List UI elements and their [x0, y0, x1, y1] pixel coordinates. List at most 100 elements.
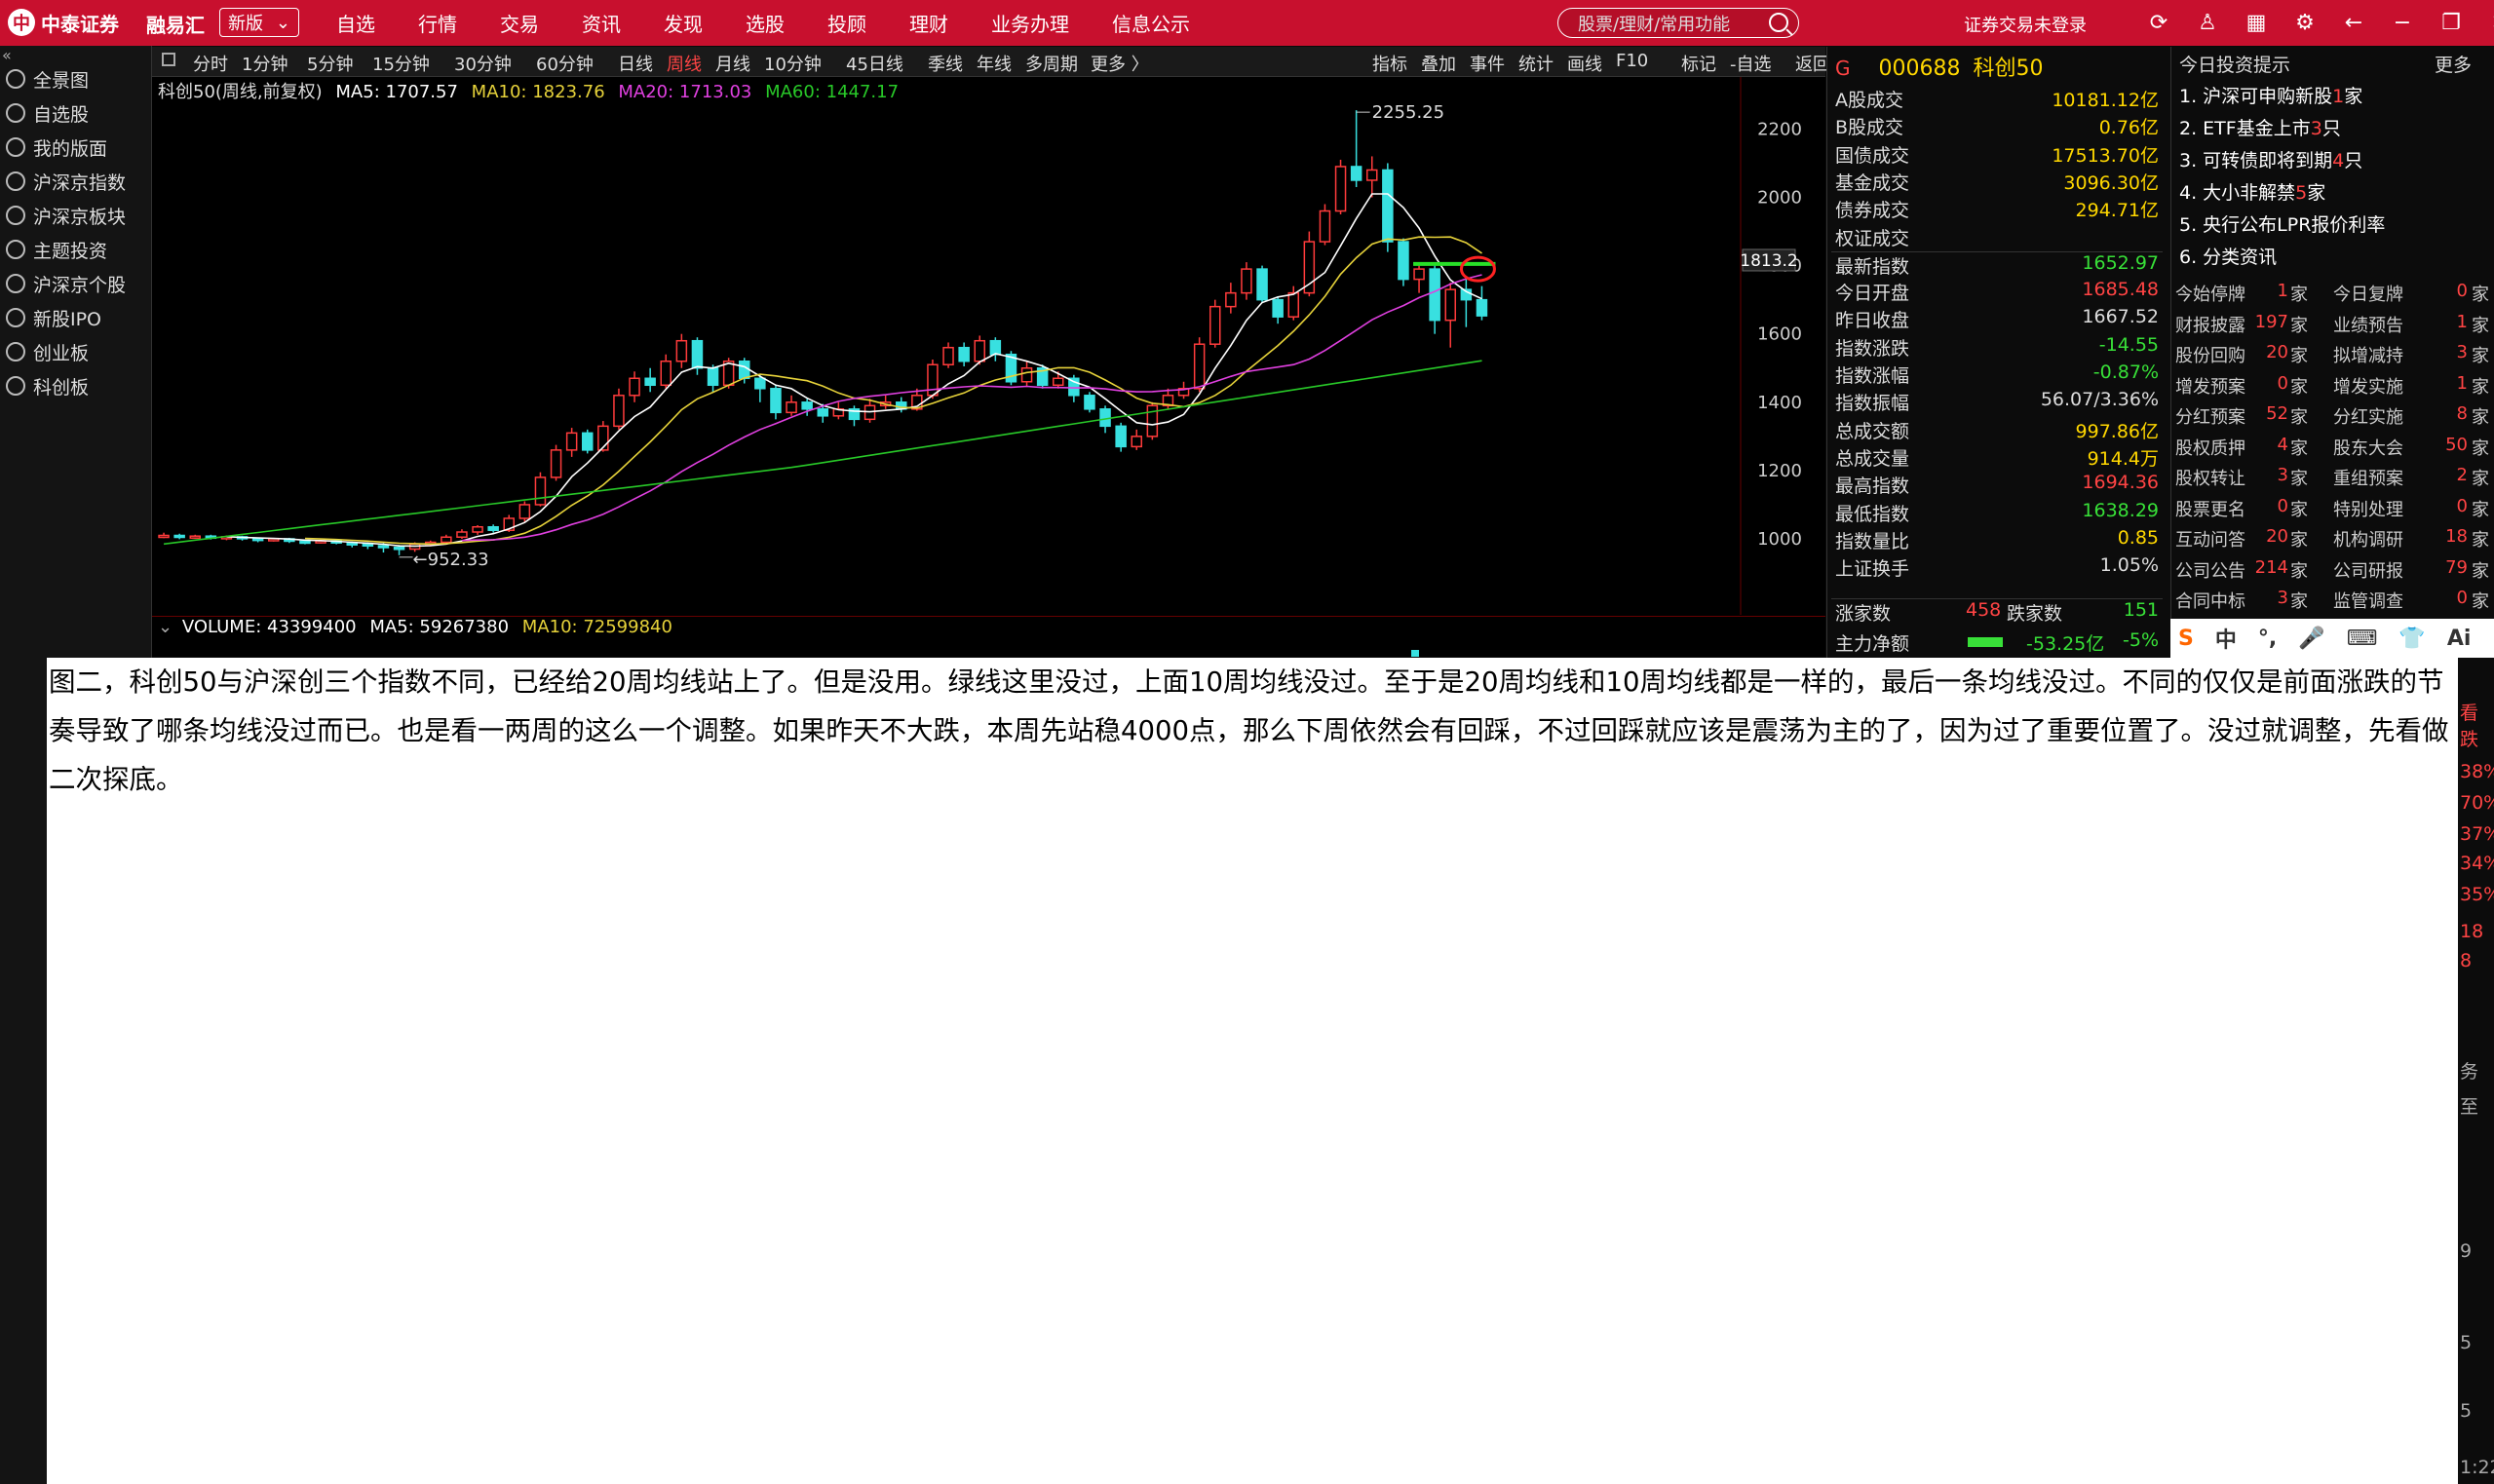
period-tab-3[interactable]: 15分钟 [372, 51, 430, 76]
nav-item-0[interactable]: 自选 [336, 9, 375, 37]
sidebar-item-1[interactable]: 自选股 [0, 94, 151, 133]
sidebar-item-8[interactable]: 创业板 [0, 332, 151, 371]
stat-label[interactable]: 公司公告 [2175, 557, 2245, 583]
chart-tool-0[interactable]: 指标 [1372, 51, 1407, 76]
tip-item-2[interactable]: 3. 可转债即将到期4只 [2179, 146, 2362, 172]
tip-item-0[interactable]: 1. 沪深可申购新股1家 [2179, 82, 2362, 108]
nav-item-8[interactable]: 业务办理 [991, 9, 1069, 37]
stat-label[interactable]: 合同中标 [2175, 588, 2245, 613]
quote-label: 最新指数 [1835, 255, 1910, 278]
ime-button-3[interactable]: 🎤 [2298, 627, 2324, 651]
settings-icon[interactable]: ⚙ [2290, 8, 2320, 37]
back-icon[interactable]: ← [2339, 8, 2368, 37]
period-tab-4[interactable]: 30分钟 [454, 51, 512, 76]
quote-label: 指数涨跌 [1835, 337, 1910, 360]
ime-button-2[interactable]: °, [2258, 627, 2277, 651]
chart-tool-1[interactable]: 叠加 [1421, 51, 1456, 76]
shirt-icon[interactable]: ♙ [2193, 8, 2222, 37]
stat-label[interactable]: 股份回购 [2175, 342, 2245, 367]
nav-item-6[interactable]: 投顾 [827, 9, 866, 37]
period-tab-14[interactable]: 更多 〉 [1091, 51, 1149, 76]
stat-label[interactable]: 重组预案 [2333, 465, 2403, 490]
edge-text: 70% [2460, 792, 2494, 814]
sidebar-item-2[interactable]: 我的版面 [0, 128, 151, 167]
sidebar-item-0[interactable]: 全景图 [0, 59, 151, 98]
chevron-down-icon[interactable]: ⌄ [158, 617, 173, 637]
chart-tool-6[interactable]: 标记 [1681, 51, 1716, 76]
sidebar-item-5[interactable]: 主题投资 [0, 230, 151, 269]
edge-text: 5 [2460, 1400, 2473, 1422]
search-input[interactable]: 股票/理财/常用功能 [1557, 8, 1799, 38]
period-tab-13[interactable]: 多周期 [1025, 51, 1078, 76]
period-tab-5[interactable]: 60分钟 [536, 51, 594, 76]
search-icon[interactable] [1769, 13, 1788, 32]
stat-label[interactable]: 拟增减持 [2333, 342, 2403, 367]
stat-label[interactable]: 业绩预告 [2333, 312, 2403, 337]
chart-tool-8[interactable]: 返回 [1795, 51, 1830, 76]
stat-label[interactable]: 公司研报 [2333, 557, 2403, 583]
stat-label[interactable]: 增发预案 [2175, 373, 2245, 399]
nav-item-4[interactable]: 发现 [664, 9, 703, 37]
grid-icon[interactable]: ▦ [2242, 8, 2271, 37]
chart-tool-3[interactable]: 统计 [1518, 51, 1554, 76]
version-select[interactable]: 新版 ⌄ [219, 8, 299, 37]
period-tab-11[interactable]: 季线 [928, 51, 963, 76]
layout-icon[interactable] [162, 53, 175, 66]
period-tab-9[interactable]: 10分钟 [764, 51, 822, 76]
refresh-icon[interactable]: ⟳ [2144, 8, 2173, 37]
minimize-icon[interactable]: − [2388, 8, 2417, 37]
stat-label[interactable]: 增发实施 [2333, 373, 2403, 399]
period-tab-7[interactable]: 周线 [667, 51, 702, 76]
nav-item-3[interactable]: 资讯 [582, 9, 621, 37]
stat-label[interactable]: 分红预案 [2175, 403, 2245, 429]
ime-button-0[interactable]: S [2178, 627, 2194, 651]
tip-item-1[interactable]: 2. ETF基金上市3只 [2179, 114, 2341, 140]
ime-button-1[interactable]: 中 [2215, 623, 2237, 654]
sidebar-item-6[interactable]: 沪深京个股 [0, 264, 151, 303]
chart-tool-2[interactable]: 事件 [1470, 51, 1505, 76]
period-tab-1[interactable]: 1分钟 [242, 51, 288, 76]
restore-icon[interactable]: ❐ [2436, 8, 2466, 37]
stat-label[interactable]: 股权质押 [2175, 435, 2245, 460]
chart-tool-4[interactable]: 画线 [1567, 51, 1602, 76]
stat-label[interactable]: 监管调查 [2333, 588, 2403, 613]
tip-item-4[interactable]: 5. 央行公布LPR报价利率 [2179, 210, 2385, 237]
stat-label[interactable]: 互动问答 [2175, 526, 2245, 552]
nav-item-2[interactable]: 交易 [500, 9, 539, 37]
stat-label[interactable]: 股权转让 [2175, 465, 2245, 490]
chart-tool-7[interactable]: -自选 [1730, 51, 1772, 76]
stat-label[interactable]: 机构调研 [2333, 526, 2403, 552]
period-tab-8[interactable]: 月线 [715, 51, 750, 76]
ime-button-6[interactable]: Ai [2447, 627, 2472, 651]
nav-item-1[interactable]: 行情 [418, 9, 457, 37]
logo[interactable]: 中 中泰证券 [8, 8, 119, 37]
tip-item-3[interactable]: 4. 大小非解禁5家 [2179, 178, 2325, 205]
nav-item-7[interactable]: 理财 [909, 9, 948, 37]
period-tab-2[interactable]: 5分钟 [307, 51, 353, 76]
tips-more-link[interactable]: 更多 [2435, 51, 2472, 77]
period-tab-10[interactable]: 45日线 [846, 51, 903, 76]
sidebar-item-4[interactable]: 沪深京板块 [0, 196, 151, 235]
stat-label[interactable]: 股东大会 [2333, 435, 2403, 460]
period-tab-12[interactable]: 年线 [977, 51, 1012, 76]
stat-label[interactable]: 今日复牌 [2333, 281, 2403, 306]
ime-button-5[interactable]: 👕 [2398, 627, 2425, 651]
kline-chart[interactable]: 22002000180016001400120010001813.22255.2… [152, 77, 1825, 657]
period-tab-0[interactable]: 分时 [193, 51, 228, 76]
nav-item-9[interactable]: 信息公示 [1112, 9, 1190, 37]
stat-label[interactable]: 特别处理 [2333, 496, 2403, 521]
sidebar-item-7[interactable]: 新股IPO [0, 298, 151, 337]
sidebar-item-9[interactable]: 科创板 [0, 366, 151, 405]
stat-label[interactable]: 股票更名 [2175, 496, 2245, 521]
stat-label[interactable]: 分红实施 [2333, 403, 2403, 429]
login-status[interactable]: 证券交易未登录 [1964, 12, 2087, 37]
tip-item-5[interactable]: 6. 分类资讯 [2179, 243, 2277, 269]
sidebar-item-3[interactable]: 沪深京指数 [0, 162, 151, 201]
period-tab-6[interactable]: 日线 [618, 51, 653, 76]
stat-label[interactable]: 财报披露 [2175, 312, 2245, 337]
chart-tool-5[interactable]: F10 [1616, 51, 1648, 71]
stat-label[interactable]: 今始停牌 [2175, 281, 2245, 306]
close-icon[interactable]: ✕ [2485, 8, 2494, 37]
ime-button-4[interactable]: ⌨ [2347, 627, 2378, 651]
nav-item-5[interactable]: 选股 [746, 9, 785, 37]
